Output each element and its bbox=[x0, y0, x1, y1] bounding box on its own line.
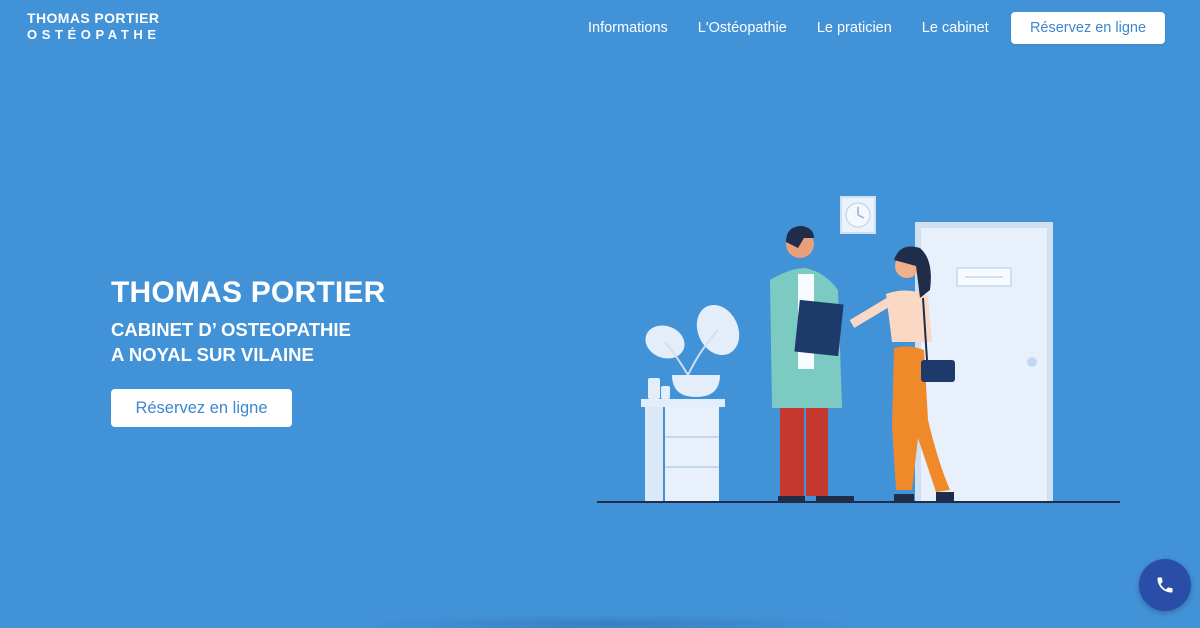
logo-profession: OSTÉOPATHE bbox=[27, 27, 161, 42]
nav-item-praticien[interactable]: Le praticien bbox=[817, 20, 892, 36]
doctor-figure bbox=[770, 226, 854, 502]
drawer-cabinet bbox=[641, 378, 725, 501]
main-nav: Informations L'Ostéopathie Le praticien … bbox=[588, 20, 1019, 36]
hero-subtitle-line1: CABINET D’ OSTEOPATHIE bbox=[111, 319, 351, 340]
nav-item-cabinet[interactable]: Le cabinet bbox=[922, 20, 989, 36]
wall-clock-icon bbox=[840, 196, 876, 234]
section-shadow bbox=[360, 614, 860, 628]
doctor-patient-illustration bbox=[597, 196, 1120, 503]
hero-booking-button[interactable]: Réservez en ligne bbox=[111, 389, 292, 427]
nav-item-informations[interactable]: Informations bbox=[588, 20, 668, 36]
site-logo[interactable]: THOMAS PORTIER OSTÉOPATHE bbox=[27, 11, 161, 41]
nav-item-osteopathie[interactable]: L'Ostéopathie bbox=[698, 20, 787, 36]
phone-call-button[interactable] bbox=[1139, 559, 1191, 611]
phone-icon bbox=[1157, 577, 1173, 593]
header-booking-button[interactable]: Réservez en ligne bbox=[1011, 12, 1165, 44]
hero-subtitle: CABINET D’ OSTEOPATHIE A NOYAL SUR VILAI… bbox=[111, 317, 351, 367]
hero-title: THOMAS PORTIER bbox=[111, 276, 386, 309]
logo-name: THOMAS PORTIER bbox=[27, 10, 160, 26]
hero-subtitle-line2: A NOYAL SUR VILAINE bbox=[111, 344, 314, 365]
